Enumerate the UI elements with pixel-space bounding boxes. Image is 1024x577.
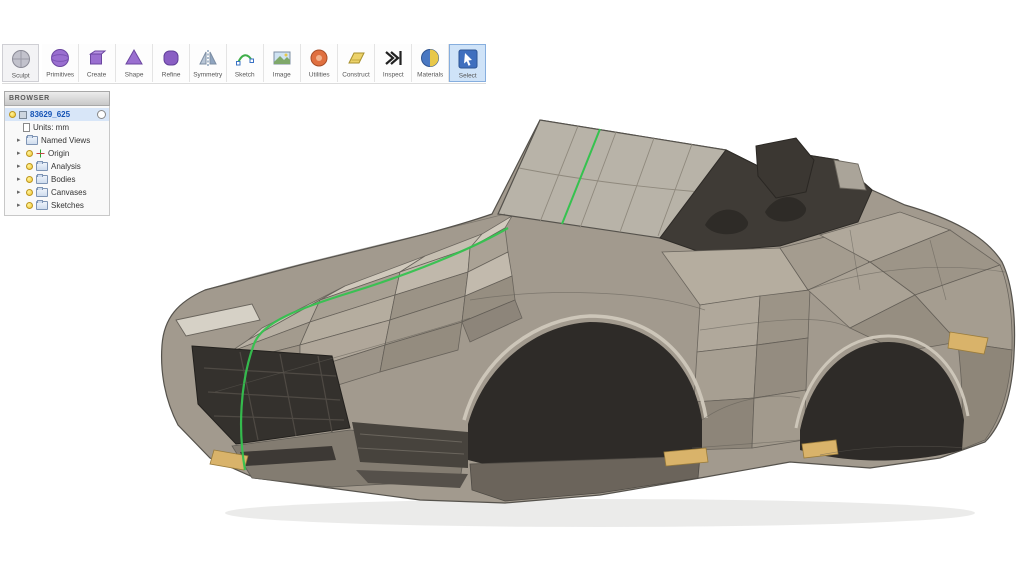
refine-icon	[159, 46, 183, 70]
toolbar-item-sketch[interactable]: Sketch	[227, 44, 264, 82]
visibility-bulb-icon[interactable]	[26, 202, 33, 209]
browser-item-units[interactable]: Units: mm	[5, 121, 109, 134]
toolbar-item-label: Shape	[124, 71, 144, 79]
toolbar-item-label: Create	[87, 71, 107, 79]
document-icon	[23, 123, 30, 132]
toolbar-item-label: Image	[273, 71, 291, 79]
inspect-icon	[381, 46, 405, 70]
expander-icon[interactable]: ▸	[17, 176, 23, 183]
browser-item-canvases[interactable]: ▸ Canvases	[5, 186, 109, 199]
visibility-bulb-icon[interactable]	[9, 111, 16, 118]
shape-icon	[122, 46, 146, 70]
toolbar-item-refine[interactable]: Refine	[153, 44, 190, 82]
toolbar-item-create[interactable]: Create	[79, 44, 116, 82]
browser-item-label: Named Views	[41, 136, 91, 145]
symmetry-icon	[196, 46, 220, 70]
activate-radio[interactable]	[97, 110, 106, 119]
expander-icon[interactable]: ▸	[17, 137, 23, 144]
construct-icon	[344, 46, 368, 70]
browser-item-label: Bodies	[51, 175, 76, 184]
folder-icon	[36, 174, 48, 184]
create-icon	[85, 46, 109, 70]
expander-icon[interactable]: ▸	[17, 189, 23, 196]
browser-panel: BROWSER 83629_625 Units: mm ▸ Named View…	[4, 91, 110, 216]
toolbar-item-shape[interactable]: Shape	[116, 44, 153, 82]
ground-shadow	[225, 499, 975, 527]
toolbar-item-label: Materials	[416, 71, 444, 79]
toolbar-item-label: Inspect	[382, 71, 404, 79]
utilities-icon	[307, 46, 331, 70]
toolbar-item-symmetry[interactable]: Symmetry	[190, 44, 227, 82]
sculpt-icon	[9, 47, 33, 71]
origin-axes-icon	[36, 149, 45, 158]
browser-header[interactable]: BROWSER	[4, 91, 110, 106]
sketch-icon	[233, 46, 257, 70]
select-icon	[456, 47, 480, 71]
browser-item-named-views[interactable]: ▸ Named Views	[5, 134, 109, 147]
toolbar-item-select[interactable]: Select	[449, 44, 486, 82]
toolbar-item-label: Primitives	[46, 71, 74, 79]
expander-icon[interactable]: ▸	[17, 150, 23, 157]
toolbar-item-label: Select	[458, 72, 477, 80]
visibility-bulb-icon[interactable]	[26, 150, 33, 157]
component-icon	[19, 110, 27, 119]
primitives-icon	[48, 46, 72, 70]
toolbar-item-label: Utilities	[308, 71, 330, 79]
visibility-bulb-icon[interactable]	[26, 189, 33, 196]
toolbar-item-inspect[interactable]: Inspect	[375, 44, 412, 82]
visibility-bulb-icon[interactable]	[26, 163, 33, 170]
toolbar-item-label: Sculpt	[11, 72, 30, 80]
visibility-bulb-icon[interactable]	[26, 176, 33, 183]
expander-icon[interactable]: ▸	[17, 163, 23, 170]
browser-item-label: Analysis	[51, 162, 81, 171]
browser-item-label: Units: mm	[33, 123, 69, 132]
toolbar-item-utilities[interactable]: Utilities	[301, 44, 338, 82]
folder-icon	[36, 187, 48, 197]
browser-item-origin[interactable]: ▸ Origin	[5, 147, 109, 160]
materials-icon	[418, 46, 442, 70]
folder-icon	[36, 161, 48, 171]
browser-title: BROWSER	[9, 95, 50, 102]
toolbar-item-label: Refine	[161, 71, 181, 79]
toolbar: Sculpt Primitives Create Shape Refine Sy…	[2, 44, 486, 84]
browser-item-label: Sketches	[51, 201, 84, 210]
toolbar-item-materials[interactable]: Materials	[412, 44, 449, 82]
toolbar-item-label: Symmetry	[193, 71, 223, 79]
3d-viewport[interactable]	[0, 0, 1024, 577]
browser-root-label: 83629_625	[30, 110, 71, 119]
toolbar-item-primitives[interactable]: Primitives	[42, 44, 79, 82]
toolbar-item-image[interactable]: Image	[264, 44, 301, 82]
expander-icon[interactable]: ▸	[17, 202, 23, 209]
toolbar-item-construct[interactable]: Construct	[338, 44, 375, 82]
browser-item-label: Origin	[48, 149, 70, 158]
toolbar-item-label: Construct	[342, 71, 370, 79]
image-icon	[270, 46, 294, 70]
browser-item-sketches[interactable]: ▸ Sketches	[5, 199, 109, 212]
browser-item-root[interactable]: 83629_625	[5, 108, 109, 121]
browser-item-bodies[interactable]: ▸ Bodies	[5, 173, 109, 186]
browser-item-analysis[interactable]: ▸ Analysis	[5, 160, 109, 173]
folder-icon	[26, 135, 38, 145]
browser-item-label: Canvases	[51, 188, 87, 197]
folder-icon	[36, 200, 48, 210]
browser-tree: 83629_625 Units: mm ▸ Named Views ▸ Orig…	[4, 106, 110, 216]
toolbar-item-sculpt[interactable]: Sculpt	[2, 44, 39, 82]
toolbar-item-label: Sketch	[235, 71, 255, 79]
